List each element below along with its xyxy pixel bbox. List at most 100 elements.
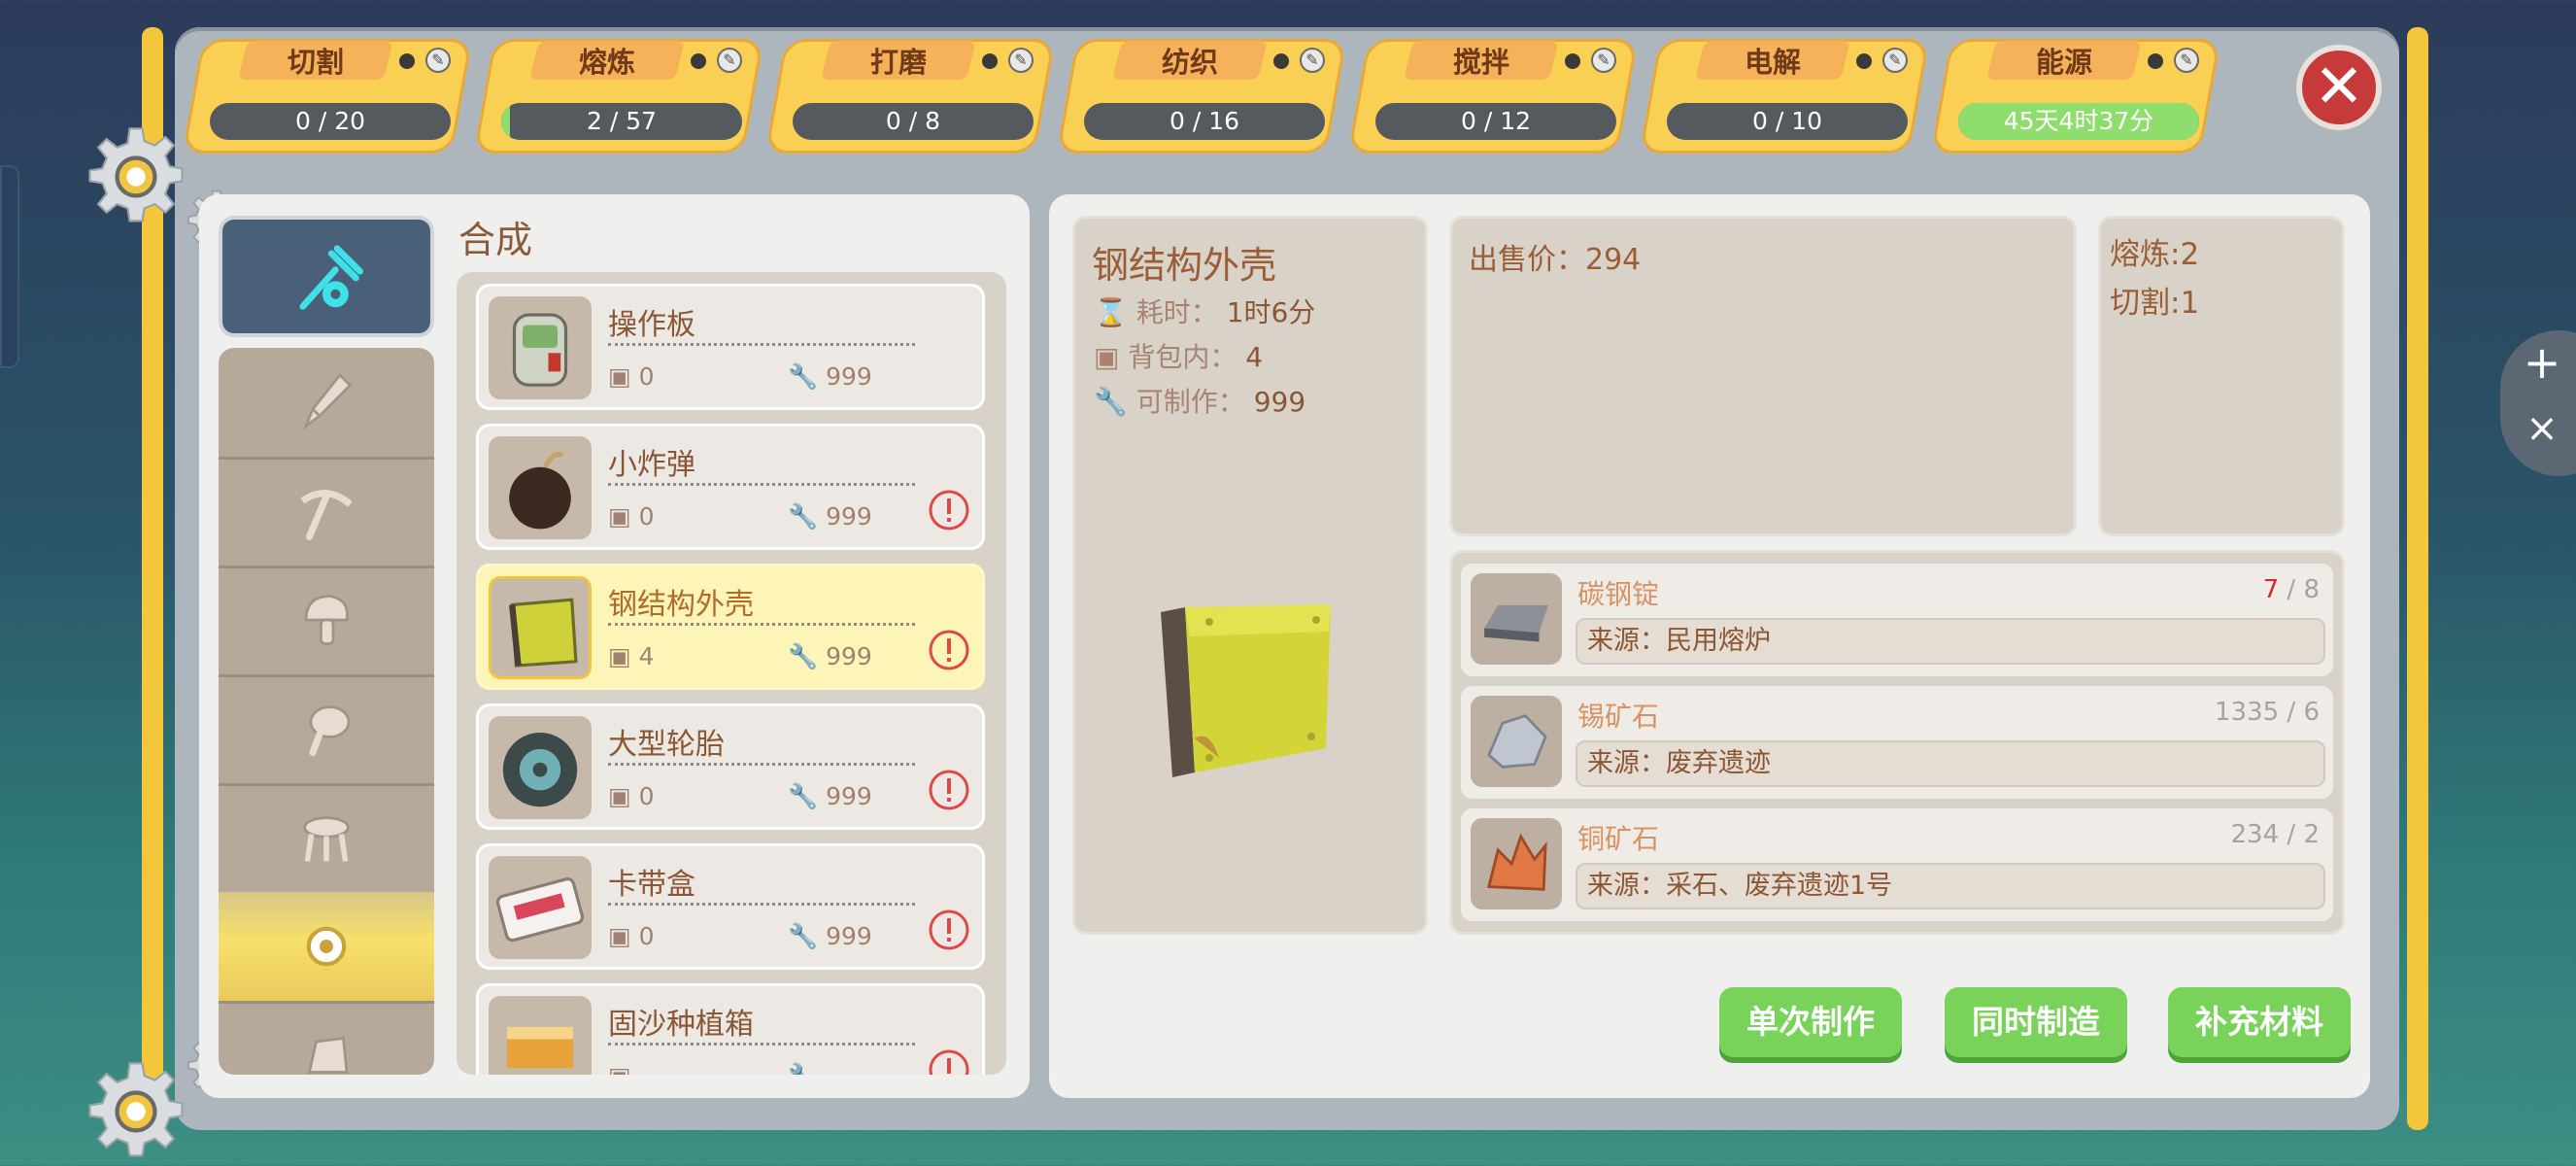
zoom-out-button[interactable]: × <box>2520 406 2564 451</box>
edit-icon[interactable]: ✎ <box>2174 48 2199 73</box>
bag-count: ▣ 0 <box>608 922 654 950</box>
tab-station[interactable]: 能源 ✎ 45天4时37分 <box>1930 39 2221 154</box>
progress-text: 0 / 8 <box>885 107 941 135</box>
recipe-item[interactable]: 操作板 ▣ 0 🔧 999 <box>476 284 985 410</box>
category-parts[interactable] <box>219 892 434 1004</box>
progress-bar: 0 / 10 <box>1667 103 1908 140</box>
planter-box-icon <box>489 996 592 1075</box>
warning-icon <box>928 909 970 951</box>
bag-count: ▣ 0 <box>608 782 654 810</box>
craftable-row: 🔧 可制作： 999 <box>1094 381 1305 420</box>
category-meat[interactable] <box>219 674 434 786</box>
material-name: 碳钢锭 <box>1577 578 1660 610</box>
tab-station[interactable]: 纺织 ✎ 0 / 16 <box>1056 39 1347 154</box>
category-material[interactable] <box>219 1001 434 1075</box>
recipe-item[interactable]: 卡带盒 ▣ 0 🔧 999 <box>476 843 985 970</box>
status-dot <box>399 53 415 69</box>
frame-rail-right <box>2407 27 2428 1130</box>
progress-bar: 45天4时37分 <box>1958 103 2199 140</box>
refill-materials-button[interactable]: 补充材料 <box>2168 987 2351 1057</box>
wrench-icon: 🔧 <box>788 502 827 531</box>
wrench-icon: 🔧 <box>788 362 827 391</box>
category-food[interactable] <box>219 566 434 677</box>
wrench-icon: 🔧 <box>788 1062 818 1075</box>
bag-count-value: 4 <box>638 642 655 670</box>
category-weapon[interactable] <box>219 348 434 460</box>
close-button[interactable]: ✕ <box>2296 45 2382 130</box>
zoom-in-button[interactable]: + <box>2520 340 2564 387</box>
progress-text: 0 / 10 <box>1751 107 1823 135</box>
gear-part-icon <box>306 926 347 967</box>
stone-block-icon <box>307 1036 349 1074</box>
material-name: 锡矿石 <box>1577 701 1660 733</box>
status-dot <box>2148 53 2163 69</box>
backpack-icon: ▣ <box>608 782 639 810</box>
craft-time-label: 耗时： <box>1135 296 1218 328</box>
edit-icon[interactable]: ✎ <box>1300 48 1325 73</box>
bag-count-value: 0 <box>638 502 655 531</box>
progress-bar: 0 / 8 <box>793 103 1034 140</box>
divider <box>608 483 915 486</box>
category-list <box>219 348 434 1075</box>
tab-station[interactable]: 切割 ✎ 0 / 20 <box>182 39 473 154</box>
divider <box>608 1043 915 1046</box>
craft-time-row: ⌛ 耗时： 1时6分 <box>1094 292 1315 330</box>
copper-ore-icon <box>1471 818 1562 909</box>
tab-label: 搅拌 <box>1452 46 1509 79</box>
material-need: / 6 <box>2287 698 2320 727</box>
steel-ingot-icon <box>1471 573 1562 665</box>
edit-icon[interactable]: ✎ <box>1591 48 1616 73</box>
recipe-item[interactable]: 小炸弹 ▣ 0 🔧 999 <box>476 424 985 550</box>
tab-station[interactable]: 搅拌 ✎ 0 / 12 <box>1347 39 1639 154</box>
craftable-value: 999 <box>826 642 872 670</box>
craftable-count: 🔧 999 <box>788 362 872 392</box>
material-have: 1335 <box>2214 698 2280 727</box>
category-tool[interactable] <box>219 457 434 568</box>
list-title: 合成 <box>458 219 533 261</box>
craftable-value: 999 <box>1253 386 1306 418</box>
craft-once-button[interactable]: 单次制作 <box>1719 987 1902 1057</box>
craftable-count: 🔧 999 <box>788 642 872 671</box>
edit-icon[interactable]: ✎ <box>1882 48 1908 73</box>
edit-icon[interactable]: ✎ <box>1008 48 1034 73</box>
bag-count-value: 0 <box>638 362 655 391</box>
tab-station[interactable]: 打磨 ✎ 0 / 8 <box>764 39 1056 154</box>
edit-icon[interactable]: ✎ <box>425 48 451 73</box>
tab-station[interactable]: 电解 ✎ 0 / 10 <box>1639 39 1930 154</box>
craft-batch-button[interactable]: 同时制造 <box>1945 987 2127 1057</box>
recipe-item[interactable]: 大型轮胎 ▣ 0 🔧 999 <box>476 703 985 830</box>
status-dot <box>691 53 706 69</box>
edit-icon[interactable]: ✎ <box>717 48 742 73</box>
recipe-item[interactable]: 固沙种植箱 ▣ 🔧 <box>476 983 985 1075</box>
category-header[interactable] <box>219 216 434 337</box>
recipe-name: 固沙种植箱 <box>608 1008 754 1042</box>
requirement-smelting: 熔炼:2 <box>2110 237 2200 272</box>
material-row[interactable]: 铜矿石 234 / 2 来源：采石、废弃遗迹1号 <box>1461 808 2333 921</box>
material-row[interactable]: 碳钢锭 7 / 8 来源：民用熔炉 <box>1461 564 2333 676</box>
recipe-item[interactable]: 钢结构外壳 ▣ 4 🔧 999 <box>476 564 985 690</box>
material-row[interactable]: 锡矿石 1335 / 6 来源：废弃遗迹 <box>1461 686 2333 799</box>
material-count: 7 / 8 <box>2263 575 2320 604</box>
progress-bar: 0 / 20 <box>210 103 451 140</box>
status-dot <box>1565 53 1580 69</box>
warning-icon <box>928 629 970 671</box>
progress-bar: 2 / 57 <box>501 103 742 140</box>
steel-shell-icon <box>489 576 592 679</box>
progress-text: 0 / 12 <box>1460 107 1532 135</box>
category-furniture[interactable] <box>219 783 434 895</box>
bag-count-value: 0 <box>638 922 655 950</box>
item-name: 钢结构外壳 <box>1092 244 1277 287</box>
warning-icon <box>928 1048 970 1075</box>
bag-count: ▣ 0 <box>608 362 654 391</box>
craft-time-value: 1时6分 <box>1226 296 1316 328</box>
steel-shell-icon <box>1161 604 1331 777</box>
status-dot <box>982 53 998 69</box>
backpack-icon: ▣ <box>608 502 639 531</box>
hourglass-icon: ⌛ <box>1094 296 1128 328</box>
progress-text: 0 / 20 <box>294 107 366 135</box>
drumstick-icon <box>309 705 351 756</box>
recipe-name: 大型轮胎 <box>608 728 725 762</box>
tab-label: 纺织 <box>1161 46 1218 79</box>
progress-text: 2 / 57 <box>586 107 658 135</box>
tab-station[interactable]: 熔炼 ✎ 2 / 57 <box>473 39 764 154</box>
